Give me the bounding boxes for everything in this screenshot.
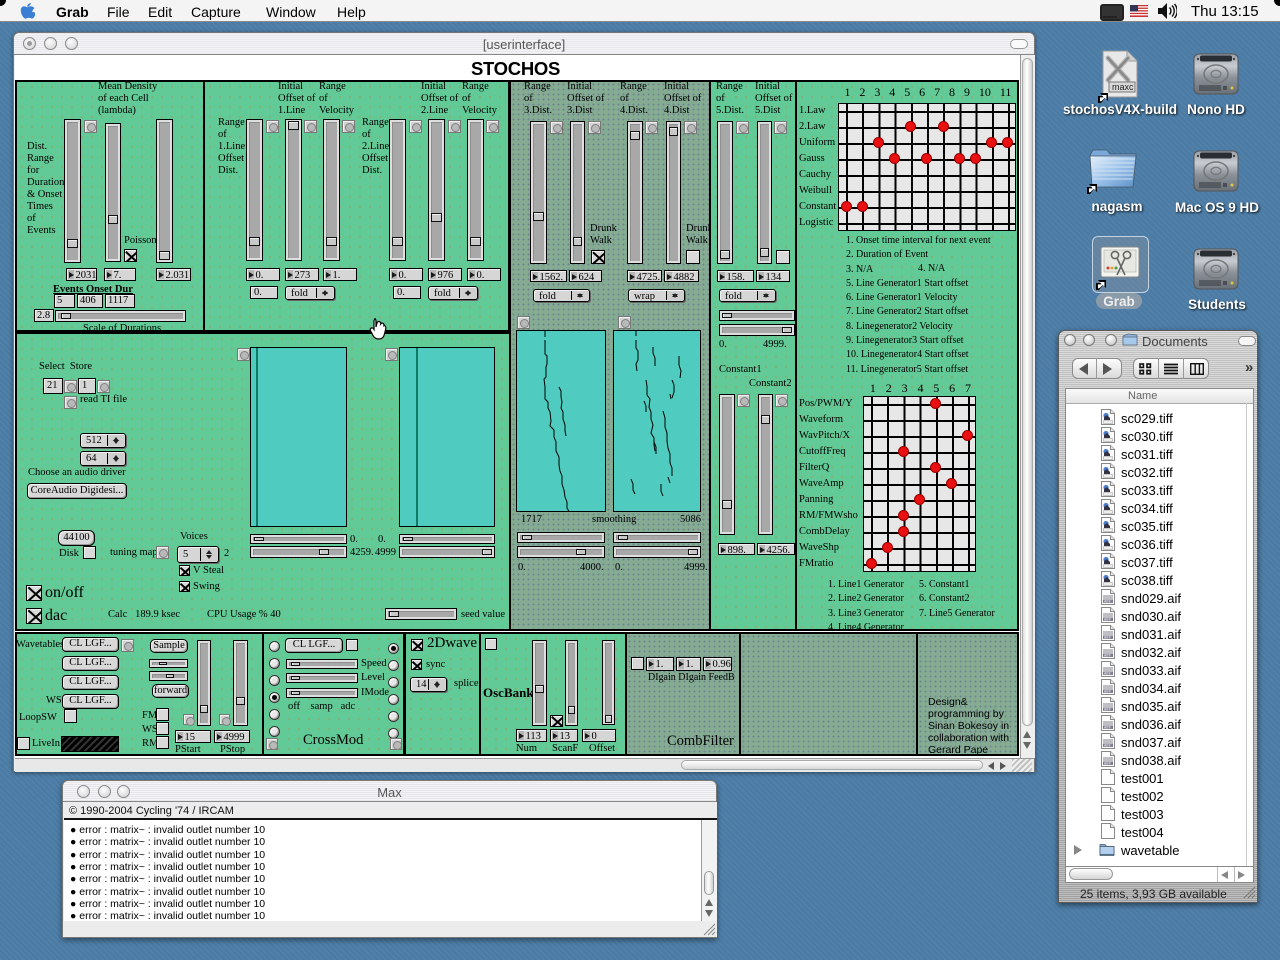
- svg-text:AIFF: AIFF: [1104, 671, 1111, 675]
- svg-text:AIFF: AIFF: [1104, 617, 1111, 621]
- svg-text:maxc: maxc: [1112, 82, 1134, 92]
- svg-text:AIFF: AIFF: [1104, 761, 1111, 765]
- svg-text:AIFF: AIFF: [1104, 599, 1111, 603]
- svg-text:AIFF: AIFF: [1104, 707, 1111, 711]
- svg-text:AIFF: AIFF: [1104, 635, 1111, 639]
- svg-text:AIFF: AIFF: [1104, 689, 1111, 693]
- svg-text:AIFF: AIFF: [1104, 725, 1111, 729]
- svg-text:AIFF: AIFF: [1104, 653, 1111, 657]
- svg-text:AIFF: AIFF: [1104, 743, 1111, 747]
